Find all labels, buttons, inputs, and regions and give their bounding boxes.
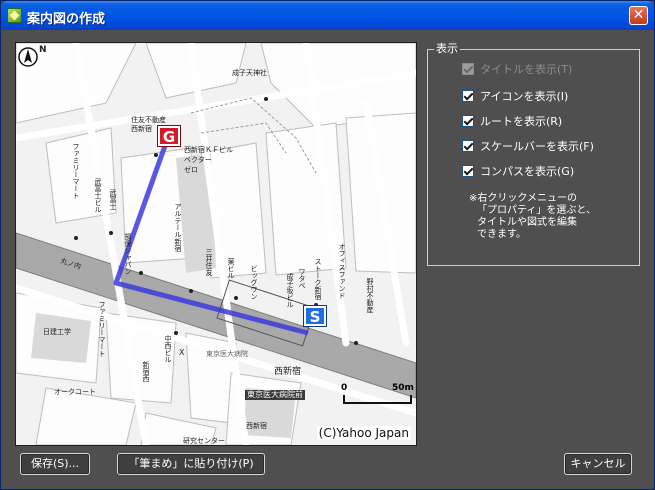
cancel-button[interactable]: キャンセル	[564, 453, 632, 475]
option-label: ルートを表示(R)	[480, 115, 563, 128]
option-label: スケールバーを表示(F)	[480, 140, 594, 153]
scale-unit-label: 50m	[392, 383, 414, 393]
option-show-icon[interactable]: アイコンを表示(I)	[462, 88, 568, 104]
map-label: 東京医大病院	[206, 350, 248, 358]
map-label: 成子坂ビル	[286, 273, 294, 308]
map-label: オークコート	[54, 388, 96, 396]
station-label: 東京医大病院前	[245, 390, 305, 400]
help-note-line: ※右クリックメニューの	[469, 193, 577, 204]
map-label: 住友不動産	[131, 116, 166, 124]
close-button[interactable]: ✕	[629, 6, 648, 25]
dialog-body: N 成子天神社 住友不動産 西新宿 西新宿ＫＦビル ベクター ゼロ ファミリーマ…	[4, 30, 651, 488]
map-label: オフィスファンド	[338, 243, 346, 299]
display-options-title: 表示	[434, 40, 460, 56]
map-label: 野村不動産	[366, 278, 374, 313]
goal-marker: G	[158, 126, 180, 146]
title-bar[interactable]: 案内図の作成 ✕	[1, 1, 654, 30]
map-label: 武富士	[109, 189, 117, 210]
map-label: 日建工学	[43, 328, 71, 336]
map-label: 西新宿	[246, 422, 267, 430]
map-preview[interactable]: N 成子天神社 住友不動産 西新宿 西新宿ＫＦビル ベクター ゼロ ファミリーマ…	[15, 42, 417, 446]
map-label: 新宿西	[142, 361, 150, 382]
checkbox-show-scalebar[interactable]	[462, 140, 474, 152]
help-note-line: タイトルや図式を編集	[477, 217, 577, 228]
option-show-route[interactable]: ルートを表示(R)	[462, 113, 562, 129]
compass-north-label: N	[39, 45, 47, 55]
dialog-window: 案内図の作成 ✕ N 成子天神社 住友不動産 西新宿 西新宿ＫＦビル ベクター …	[0, 0, 655, 490]
map-copyright: (C)Yahoo Japan	[316, 426, 411, 440]
map-label: 西新宿ＫＦビル	[184, 146, 233, 154]
map-label: ファミリーマート	[72, 143, 80, 199]
map-label: 武富士ビル	[94, 178, 102, 213]
option-label: タイトルを表示(T)	[480, 63, 573, 76]
checkbox-show-compass[interactable]	[462, 165, 474, 177]
app-icon	[7, 8, 22, 23]
map-label: ベクター	[184, 156, 212, 164]
paste-to-fudemame-button[interactable]: 「筆まめ」に貼り付け(P)	[117, 453, 265, 475]
option-label: アイコンを表示(I)	[480, 90, 569, 103]
help-note-line: 「プロパティ」を選ぶと、	[477, 205, 596, 216]
station-label: 西新宿	[274, 367, 302, 377]
option-show-scalebar[interactable]: スケールバーを表示(F)	[462, 138, 594, 154]
map-label: 研究センター	[183, 437, 225, 445]
help-note-line: できます。	[477, 229, 526, 240]
map-label: 西新宿	[131, 125, 152, 133]
map-label: ストーク新宿	[314, 258, 322, 300]
map-drawing	[16, 43, 416, 445]
checkbox-show-route[interactable]	[462, 115, 474, 127]
save-button[interactable]: 保存(S)...	[20, 453, 90, 475]
start-marker: S	[304, 306, 326, 326]
checkbox-show-icon[interactable]	[462, 90, 474, 102]
option-label: コンパスを表示(G)	[480, 165, 575, 178]
option-show-compass[interactable]: コンパスを表示(G)	[462, 163, 574, 179]
map-label: 中西ビル	[164, 335, 172, 363]
map-label: ゼロ	[184, 166, 198, 174]
map-label: 薬ビル	[227, 258, 235, 279]
compass-icon	[18, 47, 38, 67]
checkbox-show-title	[462, 63, 474, 75]
map-label: ファミリーマート	[98, 301, 106, 357]
scale-zero-label: 0	[341, 383, 348, 393]
map-label: アルテール新宿	[174, 203, 182, 252]
map-label: 三井住友	[205, 248, 213, 276]
option-show-title: タイトルを表示(T)	[462, 61, 572, 77]
map-label: X	[179, 348, 185, 357]
window-title: 案内図の作成	[27, 12, 106, 27]
map-label: ビッグワン	[250, 265, 258, 300]
map-label: 損保ジャパン	[124, 233, 132, 275]
map-label: 成子天神社	[232, 69, 267, 77]
map-label: ワタベ	[298, 268, 306, 289]
help-note: ※右クリックメニューの 「プロパティ」を選ぶと、 タイトルや図式を編集 できます…	[469, 193, 639, 241]
